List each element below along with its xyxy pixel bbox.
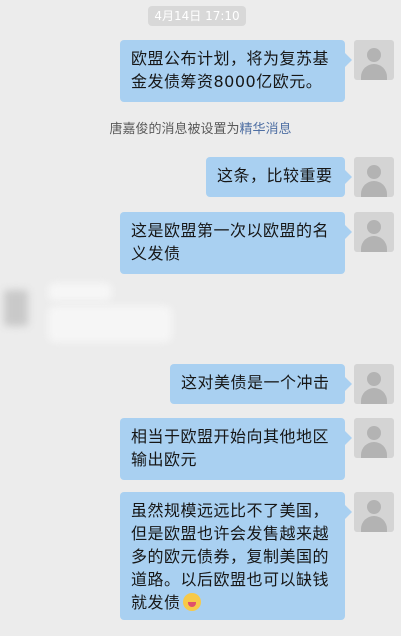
user-avatar[interactable]	[354, 418, 394, 458]
avatar-body	[361, 181, 387, 197]
avatar-body	[361, 236, 387, 252]
avatar-head	[367, 48, 381, 62]
user-avatar[interactable]	[354, 212, 394, 252]
avatar-head	[367, 372, 381, 386]
avatar-body	[361, 388, 387, 404]
user-avatar[interactable]	[354, 492, 394, 532]
redacted-avatar	[4, 290, 28, 326]
message-bubble[interactable]: 虽然规模远远比不了美国，但是欧盟也许会发售越来越多的欧元债券，复制美国的道路。以…	[120, 492, 352, 620]
message-text: 这对美债是一个冲击	[181, 373, 330, 392]
message-text: 欧盟公布计划，将为复苏基金发债筹资8000亿欧元。	[131, 49, 330, 91]
message-bubble[interactable]: 欧盟公布计划，将为复苏基金发债筹资8000亿欧元。	[120, 40, 352, 102]
avatar-body	[361, 64, 387, 80]
redacted-message-bubble	[48, 306, 172, 342]
message-text: 这条，比较重要	[217, 166, 333, 185]
notice-text: 唐嘉俊的消息被设置为	[109, 122, 240, 137]
message-text: 相当于欧盟开始向其他地区输出欧元	[131, 427, 330, 469]
system-notice: 唐嘉俊的消息被设置为精华消息	[0, 121, 401, 139]
avatar-body	[361, 442, 387, 458]
user-avatar[interactable]	[354, 40, 394, 80]
featured-message-link[interactable]: 精华消息	[240, 122, 292, 137]
avatar-head	[367, 426, 381, 440]
avatar-head	[367, 165, 381, 179]
redacted-message-top	[48, 283, 112, 301]
timestamp-badge: 4月14日 17:10	[148, 6, 246, 26]
message-text: 虽然规模远远比不了美国，但是欧盟也许会发售越来越多的欧元债券，复制美国的道路。以…	[131, 501, 330, 612]
face-with-tongue-emoji	[182, 593, 201, 611]
message-bubble[interactable]: 这对美债是一个冲击	[170, 364, 352, 404]
user-avatar[interactable]	[354, 364, 394, 404]
message-text: 这是欧盟第一次以欧盟的名义发债	[131, 221, 330, 263]
avatar-head	[367, 500, 381, 514]
message-bubble[interactable]: 这是欧盟第一次以欧盟的名义发债	[120, 212, 352, 274]
message-bubble[interactable]: 相当于欧盟开始向其他地区输出欧元	[120, 418, 352, 480]
user-avatar[interactable]	[354, 157, 394, 197]
message-bubble[interactable]: 这条，比较重要	[206, 157, 352, 197]
avatar-body	[361, 516, 387, 532]
avatar-head	[367, 220, 381, 234]
